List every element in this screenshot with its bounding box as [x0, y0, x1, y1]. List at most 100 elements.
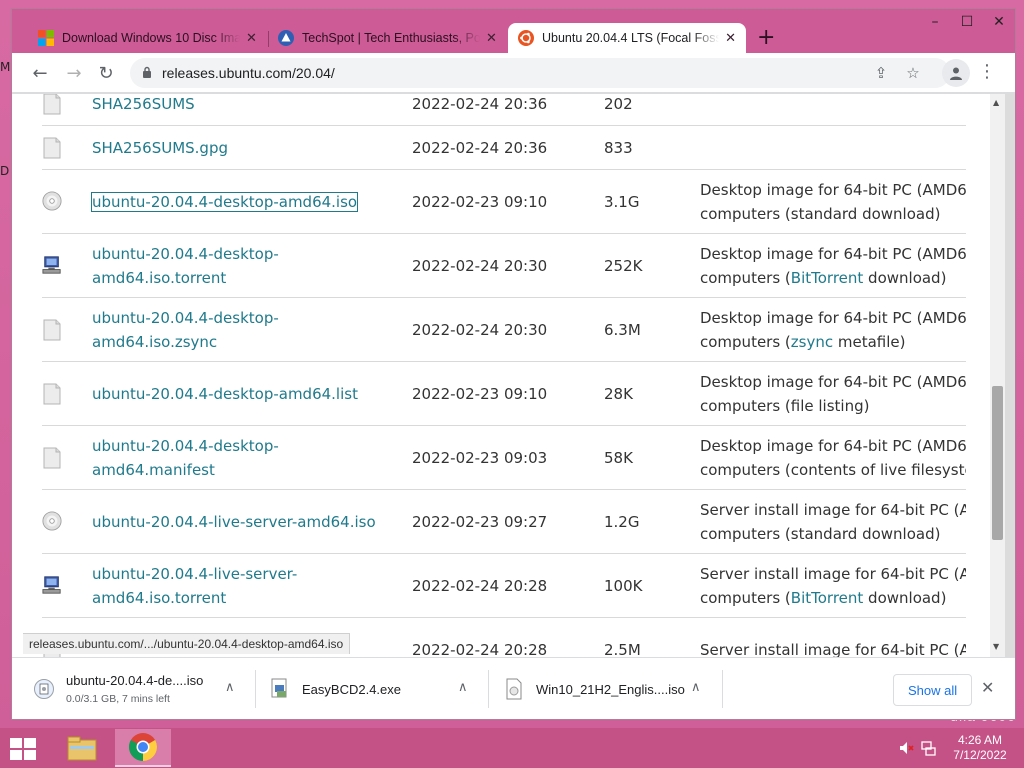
description-link[interactable]: BitTorrent [791, 269, 864, 287]
file-size: 252K [604, 256, 643, 275]
file-link[interactable]: SHA256SUMS.gpg [92, 136, 392, 160]
taskbar-chrome[interactable] [115, 729, 171, 767]
shelf-divider [488, 670, 489, 708]
browser-window: Download Windows 10 Disc Ima ✕ TechSpot … [11, 8, 1016, 720]
minimize-button[interactable]: – [919, 9, 951, 35]
file-link[interactable]: SHA256SUMS [92, 94, 392, 116]
download-item[interactable]: ubuntu-20.04.4-de....iso 0.0/3.1 GB, 7 m… [34, 658, 254, 720]
download-filename: Win10_21H2_Englis....iso [536, 681, 685, 697]
taskbar-clock[interactable]: 4:26 AM 7/12/2022 [944, 733, 1016, 763]
description-line: computers (standard download) [700, 524, 941, 543]
scroll-up-arrow[interactable]: ▲ [993, 98, 999, 107]
download-item[interactable]: EasyBCD2.4.exe [270, 658, 470, 720]
file-description: Desktop image for 64-bit PC (AMD64) compu… [700, 434, 966, 482]
file-link[interactable]: ubuntu-20.04.4-live-server-amd64.iso.tor… [92, 562, 392, 610]
file-date: 2022-02-24 20:28 [412, 640, 548, 658]
ubuntu-logo-icon [518, 30, 534, 46]
file-size: 3.1G [604, 192, 640, 211]
tab-strip: Download Windows 10 Disc Ima ✕ TechSpot … [12, 9, 1015, 53]
tab-title: Download Windows 10 Disc Ima [62, 31, 240, 45]
windows-start-icon[interactable] [8, 736, 38, 762]
network-icon[interactable] [920, 740, 936, 756]
url-text: releases.ubuntu.com/20.04/ [162, 65, 335, 81]
description-line: Desktop image for 64-bit PC (AMD64) [700, 308, 966, 327]
table-row: ubuntu-20.04.4-desktop-amd64.iso.torrent… [42, 234, 966, 298]
tab-windows-download[interactable]: Download Windows 10 Disc Ima ✕ [28, 23, 268, 53]
file-description: Desktop image for 64-bit PC (AMD64) compu… [700, 242, 966, 290]
profile-avatar-icon [950, 67, 962, 80]
close-window-button[interactable]: ✕ [983, 9, 1015, 35]
scroll-down-arrow[interactable]: ▼ [993, 642, 999, 651]
document-icon [42, 137, 62, 159]
scroll-thumb[interactable] [992, 386, 1003, 540]
close-shelf-button[interactable]: ✕ [981, 678, 994, 697]
table-row: ubuntu-20.04.4-live-server-amd64.iso.tor… [42, 554, 966, 618]
address-bar[interactable]: releases.ubuntu.com/20.04/ ⇪ ☆ [130, 58, 950, 88]
page-scrollbar[interactable]: ▲ ▼ [990, 94, 1005, 657]
description-link[interactable]: BitTorrent [791, 589, 864, 607]
tab-techspot[interactable]: TechSpot | Tech Enthusiasts, Pow ✕ [268, 23, 508, 53]
file-link[interactable]: ubuntu-20.04.4-live-server-amd64.iso [92, 510, 392, 534]
browser-toolbar: ← → ↻ releases.ubuntu.com/20.04/ ⇪ ☆ ⋮ [12, 53, 1015, 93]
description-line: computers (file listing) [700, 396, 870, 415]
forward-button[interactable]: → [62, 61, 86, 85]
iso-progress-icon [34, 679, 54, 699]
tab-ubuntu[interactable]: Ubuntu 20.04.4 LTS (Focal Fossa) ✕ [508, 23, 746, 53]
clock-date: 7/12/2022 [953, 748, 1007, 762]
torrent-icon [42, 575, 62, 597]
download-progress-text: 0.0/3.1 GB, 7 mins left [66, 693, 170, 705]
taskbar-file-explorer[interactable] [54, 729, 110, 767]
clock-time: 4:26 AM [957, 733, 1003, 747]
download-item[interactable]: Win10_21H2_Englis....iso [504, 658, 704, 720]
file-date: 2022-02-24 20:30 [412, 256, 548, 275]
bookmark-star-icon[interactable]: ☆ [904, 64, 922, 82]
profile-button[interactable] [942, 59, 970, 87]
file-link[interactable]: ubuntu-20.04.4-desktop-amd64.iso.zsync [92, 306, 392, 354]
chrome-menu-button[interactable]: ⋮ [978, 61, 996, 82]
file-explorer-icon [67, 736, 97, 761]
table-row: SHA256SUMS.gpg 2022-02-24 20:36 833 [42, 126, 966, 170]
tab-close-button[interactable]: ✕ [246, 31, 257, 46]
back-button[interactable]: ← [28, 61, 52, 85]
file-size: 6.3M [604, 320, 641, 339]
file-link[interactable]: ubuntu-20.04.4-desktop-amd64.manifest [92, 434, 392, 482]
download-options-chevron-icon[interactable]: ∧ [225, 680, 235, 695]
file-description: Desktop image for 64-bit PC (AMD64) compu… [700, 306, 966, 354]
file-size: 100K [604, 576, 643, 595]
file-date: 2022-02-24 20:36 [412, 94, 548, 113]
tab-title: Ubuntu 20.04.4 LTS (Focal Fossa) [542, 31, 720, 45]
shelf-divider [722, 670, 723, 708]
document-icon [42, 319, 62, 341]
download-filename: ubuntu-20.04.4-de....iso [66, 673, 204, 688]
table-row: ubuntu-20.04.4-live-server-amd64.iso 2022… [42, 490, 966, 554]
download-options-chevron-icon[interactable]: ∧ [458, 680, 468, 695]
file-description: Desktop image for 64-bit PC (AMD64) compu… [700, 370, 966, 418]
tab-close-button[interactable]: ✕ [486, 31, 497, 46]
description-line: computers (BitTorrent download) [700, 588, 947, 607]
file-date: 2022-02-23 09:03 [412, 448, 548, 467]
iso-file-icon [506, 678, 522, 700]
table-row: ubuntu-20.04.4-desktop-amd64.list 2022-02… [42, 362, 966, 426]
reload-button[interactable]: ↻ [94, 61, 118, 85]
file-size: 2.5M [604, 640, 641, 658]
tab-close-button[interactable]: ✕ [725, 31, 736, 46]
link-status-bubble: releases.ubuntu.com/.../ubuntu-20.04.4-d… [23, 633, 351, 654]
new-tab-button[interactable]: + [757, 25, 775, 50]
download-options-chevron-icon[interactable]: ∧ [691, 680, 701, 695]
file-link[interactable]: ubuntu-20.04.4-desktop-amd64.list [92, 382, 392, 406]
file-description: Server install image for 64-bit PC (AM [700, 638, 966, 658]
file-description: Server install image for 64-bit PC (AM co… [700, 562, 966, 610]
show-all-downloads-button[interactable]: Show all [893, 674, 973, 706]
maximize-button[interactable]: ☐ [951, 9, 983, 35]
description-line: computers (contents of live filesysten [700, 460, 966, 479]
share-icon[interactable]: ⇪ [872, 64, 890, 82]
file-link[interactable]: ubuntu-20.04.4-desktop-amd64.iso.torrent [92, 242, 392, 290]
description-line: computers (BitTorrent download) [700, 268, 947, 287]
speaker-muted-icon[interactable] [898, 740, 914, 756]
download-filename: EasyBCD2.4.exe [302, 681, 401, 697]
torrent-icon [42, 255, 62, 277]
file-size: 202 [604, 94, 633, 113]
file-link[interactable]: ubuntu-20.04.4-desktop-amd64.iso [90, 190, 392, 214]
document-icon [42, 94, 62, 115]
description-link[interactable]: zsync [791, 333, 833, 351]
